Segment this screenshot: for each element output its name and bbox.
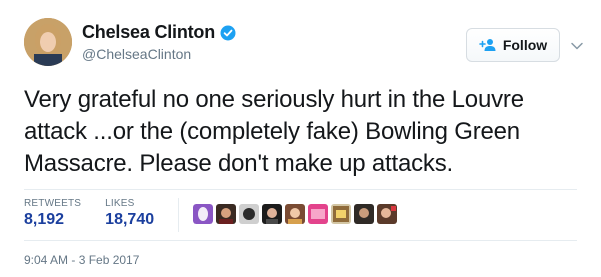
author-avatar[interactable] <box>24 18 72 66</box>
tweet-text: Very grateful no one seriously hurt in t… <box>24 86 524 177</box>
liker-avatar[interactable] <box>354 204 375 224</box>
tweet-stats: RETWEETS 8,192 LIKES 18,740 <box>24 198 398 232</box>
retweets-count: 8,192 <box>24 211 65 228</box>
likes-count: 18,740 <box>105 211 155 228</box>
liker-avatar[interactable] <box>239 204 260 224</box>
liker-avatar[interactable] <box>308 204 329 224</box>
author-info: Chelsea Clinton @ChelseaClinton <box>82 22 236 62</box>
liker-avatar[interactable] <box>216 204 237 224</box>
divider-bottom <box>24 240 577 241</box>
tweet-timestamp[interactable]: 9:04 AM - 3 Feb 2017 <box>24 253 139 267</box>
retweets-label: RETWEETS <box>24 198 82 209</box>
tweet-card: Chelsea Clinton @ChelseaClinton Follow V… <box>0 0 601 277</box>
author-handle[interactable]: @ChelseaClinton <box>82 46 236 62</box>
verified-badge-icon <box>220 25 236 41</box>
liker-avatar[interactable] <box>331 204 352 224</box>
divider-top <box>24 189 577 190</box>
chevron-down-icon[interactable] <box>570 38 584 50</box>
liker-avatars <box>193 204 398 224</box>
retweets-stat[interactable]: RETWEETS 8,192 <box>24 198 81 229</box>
follow-label: Follow <box>502 37 548 53</box>
liker-avatar[interactable] <box>377 204 398 224</box>
liker-avatar[interactable] <box>262 204 283 224</box>
follow-button[interactable]: Follow <box>466 28 560 62</box>
stats-separator <box>178 198 180 232</box>
add-person-icon <box>479 38 497 52</box>
author-name[interactable]: Chelsea Clinton <box>82 22 215 43</box>
likes-stat[interactable]: LIKES 18,740 <box>105 198 154 229</box>
liker-avatar[interactable] <box>193 204 214 224</box>
likes-label: LIKES <box>105 198 135 209</box>
liker-avatar[interactable] <box>285 204 306 224</box>
